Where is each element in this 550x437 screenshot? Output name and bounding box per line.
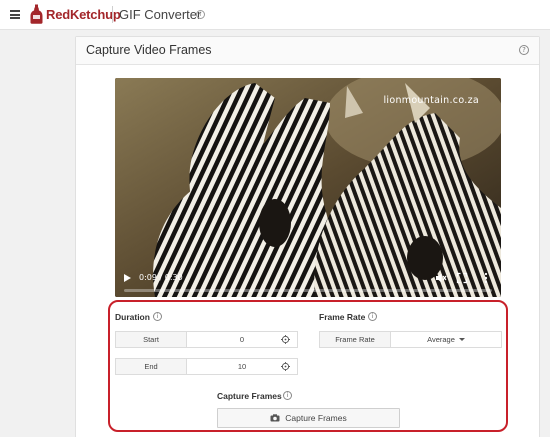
duration-title: Duration — [115, 312, 150, 322]
set-start-target-icon[interactable] — [281, 335, 290, 344]
frame-rate-selected: Average — [427, 335, 455, 344]
start-label: Start — [116, 332, 187, 347]
camera-icon — [270, 414, 280, 422]
capture-settings-panel: Duration i Start 0 End 10 Frame Rate i F… — [108, 300, 508, 432]
capture-frames-button-label: Capture Frames — [285, 413, 347, 423]
mute-icon[interactable] — [435, 272, 447, 284]
frame-rate-info-icon[interactable]: i — [368, 312, 377, 321]
ketchup-bottle-logo-icon[interactable] — [30, 4, 43, 24]
app-info-icon[interactable]: i — [196, 10, 205, 19]
duration-info-icon[interactable]: i — [153, 312, 162, 321]
card-header: Capture Video Frames ? — [76, 37, 539, 65]
capture-frames-info-icon[interactable]: i — [283, 391, 292, 400]
end-input[interactable]: 10 — [187, 359, 297, 374]
top-bar: RedKetchup GIF Converter i — [0, 0, 550, 30]
title-divider — [112, 6, 113, 23]
card-title: Capture Video Frames — [86, 43, 212, 57]
hamburger-menu-icon[interactable] — [10, 10, 20, 19]
frame-rate-row: Frame Rate Average — [319, 331, 502, 348]
frame-rate-label: Frame Rate — [320, 332, 391, 347]
video-player[interactable]: lionmountain.co.za 0:09 / 0:30 — [115, 78, 501, 297]
video-watermark: lionmountain.co.za — [383, 95, 479, 106]
frame-rate-select[interactable]: Average — [391, 332, 501, 347]
capture-frames-button[interactable]: Capture Frames — [217, 408, 400, 428]
help-icon[interactable]: ? — [519, 45, 529, 55]
capture-frames-title: Capture Frames — [217, 391, 282, 401]
start-row: Start 0 — [115, 331, 298, 348]
end-label: End — [116, 359, 187, 374]
more-options-icon[interactable] — [480, 272, 492, 284]
video-time: 0:09 / 0:30 — [139, 273, 183, 282]
video-controls: 0:09 / 0:30 — [115, 263, 501, 297]
fullscreen-icon[interactable] — [456, 272, 468, 284]
video-progress-bar[interactable] — [124, 289, 492, 292]
play-icon[interactable] — [124, 274, 131, 282]
frame-rate-title: Frame Rate — [319, 312, 366, 322]
end-value: 10 — [237, 362, 247, 371]
start-input[interactable]: 0 — [187, 332, 297, 347]
app-title: GIF Converter — [119, 7, 202, 22]
brand-name[interactable]: RedKetchup — [46, 7, 121, 22]
set-end-target-icon[interactable] — [281, 362, 290, 371]
start-value: 0 — [239, 335, 245, 344]
chevron-down-icon — [458, 338, 465, 341]
end-row: End 10 — [115, 358, 298, 375]
